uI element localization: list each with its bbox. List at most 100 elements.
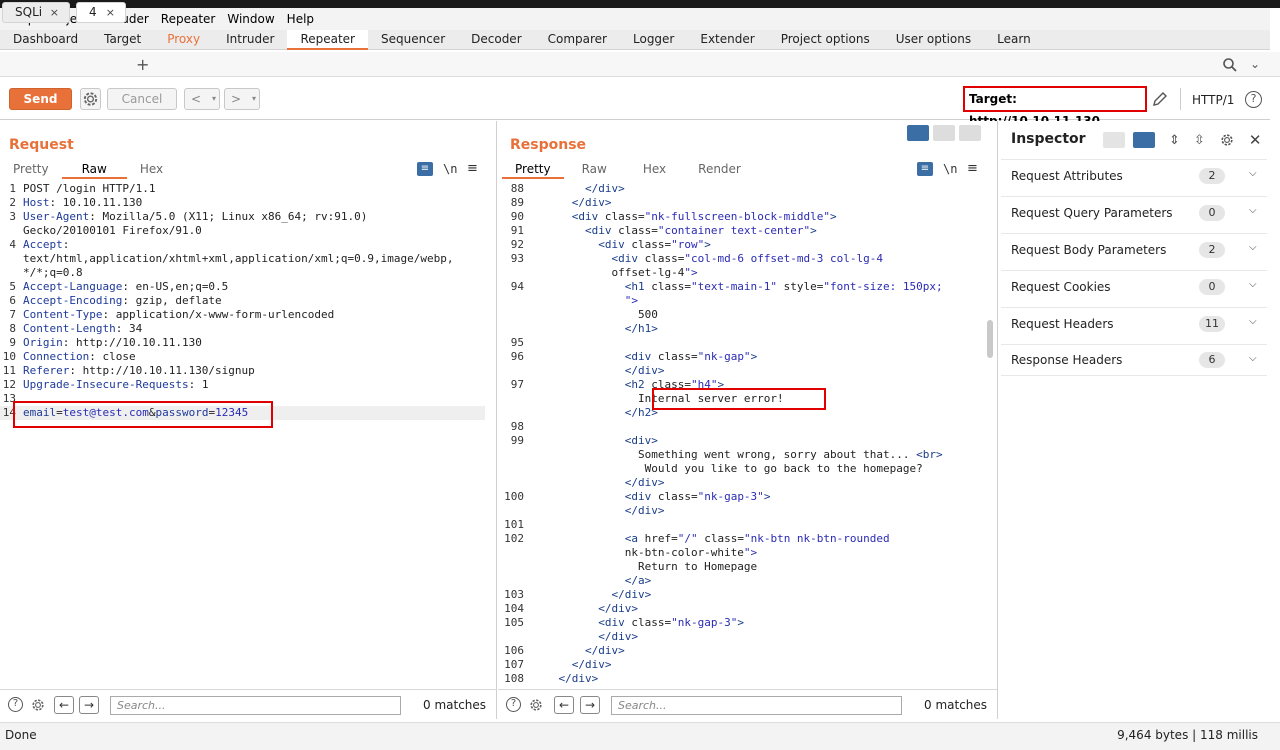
search-next-button[interactable]: → [580,696,600,714]
search-icon[interactable] [1222,57,1238,73]
help-icon[interactable]: ? [8,697,23,712]
close-icon[interactable]: × [106,3,115,22]
code-line: 92 <div class="row"> [498,238,943,252]
gear-icon[interactable] [1219,132,1235,148]
list-view-button[interactable] [1103,132,1125,148]
scrollbar-thumb[interactable] [987,320,993,358]
tab-proxy[interactable]: Proxy [154,30,213,50]
back-button[interactable]: < ▾ [184,88,220,110]
gear-icon[interactable] [528,697,544,713]
layout-tabs-button[interactable] [959,125,981,141]
help-icon[interactable]: ? [1245,91,1262,108]
wrap-lines-icon[interactable]: ≡ [917,161,933,176]
tab-pretty[interactable]: Pretty [502,159,564,179]
target-label[interactable]: Target: http://10.10.11.130 [963,86,1147,128]
gear-icon[interactable] [30,697,46,713]
inspector-section-response-headers[interactable]: Response Headers 6 ⌵ [1001,344,1267,376]
inspector-section-request-headers[interactable]: Request Headers 11 ⌵ [1001,307,1267,339]
close-icon[interactable]: ✕ [1249,131,1262,149]
code-line: </h1> [498,322,943,336]
inspector-section-request-body-parameters[interactable]: Request Body Parameters 2 ⌵ [1001,233,1267,265]
send-button[interactable]: Send [9,88,72,110]
tab-raw[interactable]: Raw [564,159,625,179]
layout-stacked-button[interactable] [933,125,955,141]
response-pane: Response Pretty Raw Hex Render ≡ \n ≡ 88… [498,121,998,719]
line-number: 89 [510,196,524,209]
http-version[interactable]: HTTP/1 [1192,93,1234,107]
tab-intruder[interactable]: Intruder [213,30,287,50]
menu-repeater[interactable]: Repeater [157,12,224,26]
gear-icon [83,92,98,106]
add-tab-button[interactable]: + [136,55,149,74]
wrap-lines-icon[interactable]: ≡ [417,161,433,176]
code-line: 88 </div> [498,182,943,196]
forward-button[interactable]: > ▾ [224,88,260,110]
line-number: 91 [510,224,524,237]
divider [1180,88,1181,110]
subtab-sqli[interactable]: SQLi × [2,2,70,23]
line-number: 107 [504,658,524,671]
line-number: 90 [510,210,524,223]
cancel-button[interactable]: Cancel [107,88,177,110]
line-number: 101 [504,518,524,531]
tab-target[interactable]: Target [91,30,154,50]
search-prev-button[interactable]: ← [54,696,74,714]
inspector-section-request-attributes[interactable]: Request Attributes 2 ⌵ [1001,159,1267,191]
code-line: 1 POST /login HTTP/1.1 [0,182,485,196]
code-line: 94 <h1 class="text-main-1" style="font-s… [498,280,943,294]
tab-decoder[interactable]: Decoder [458,30,535,50]
newline-toggle[interactable]: \n [443,162,457,176]
help-icon[interactable]: ? [506,697,521,712]
code-text: <div class="nk-gap"> [624,350,758,363]
subtab-4[interactable]: 4 × [76,2,126,23]
code-line: 7 Content-Type: application/x-www-form-ur… [0,308,485,322]
tab-render[interactable]: Render [684,159,755,179]
menu-icon[interactable]: ≡ [467,161,478,176]
menu-help[interactable]: Help [283,12,322,26]
code-line: </div> [498,630,943,644]
collapse-all-icon[interactable]: ⇳ [1194,133,1205,148]
inspector-section-request-query-parameters[interactable]: Request Query Parameters 0 ⌵ [1001,196,1267,228]
tab-repeater[interactable]: Repeater [287,30,368,50]
panel-view-button[interactable] [1133,132,1155,148]
code-line: text/html,application/xhtml+xml,applicat… [0,252,485,266]
send-settings-button[interactable] [80,88,101,110]
tab-user-options[interactable]: User options [883,30,984,50]
close-icon[interactable]: × [50,3,59,22]
code-text: Return to Homepage [532,560,758,573]
code-token: : application/x-www-form-urlencoded [102,308,335,321]
response-editor[interactable]: 88 </div> 89 </div> 90 <div class="nk-full… [498,182,943,686]
newline-toggle[interactable]: \n [943,162,957,176]
search-next-button[interactable]: → [79,696,99,714]
menu-window[interactable]: Window [223,12,282,26]
tab-dashboard[interactable]: Dashboard [0,30,91,50]
tab-hex[interactable]: Hex [127,159,176,179]
search-prev-button[interactable]: ← [554,696,574,714]
tab-hex[interactable]: Hex [625,159,684,179]
code-text: </div> [571,196,612,209]
layout-side-by-side-button[interactable] [907,125,929,141]
chevron-down-icon[interactable]: ⌄ [1250,57,1260,71]
request-editor[interactable]: 1 POST /login HTTP/1.1 2 Host: 10.10.11.130… [0,182,485,420]
line-number: 103 [504,588,524,601]
code-line: </div> [498,504,943,518]
code-line: nk-btn-color-white"> [498,546,943,560]
tab-project-options[interactable]: Project options [768,30,883,50]
tab-raw[interactable]: Raw [61,159,127,179]
code-token: Connection [23,350,90,363]
tab-learn[interactable]: Learn [984,30,1044,50]
pencil-icon[interactable] [1152,91,1168,107]
search-input[interactable]: Search... [110,696,401,715]
dropdown-icon: ▾ [251,94,256,103]
expand-all-icon[interactable]: ⇕ [1169,133,1180,148]
tab-pretty[interactable]: Pretty [0,159,62,179]
menu-icon[interactable]: ≡ [967,161,978,176]
repeater-subtabs [0,52,1280,77]
tab-sequencer[interactable]: Sequencer [368,30,458,50]
search-input[interactable]: Search... [611,696,902,715]
inspector-section-request-cookies[interactable]: Request Cookies 0 ⌵ [1001,270,1267,302]
chevron-left-icon: < [191,92,202,106]
tab-comparer[interactable]: Comparer [535,30,620,50]
tab-logger[interactable]: Logger [620,30,687,50]
tab-extender[interactable]: Extender [687,30,767,50]
